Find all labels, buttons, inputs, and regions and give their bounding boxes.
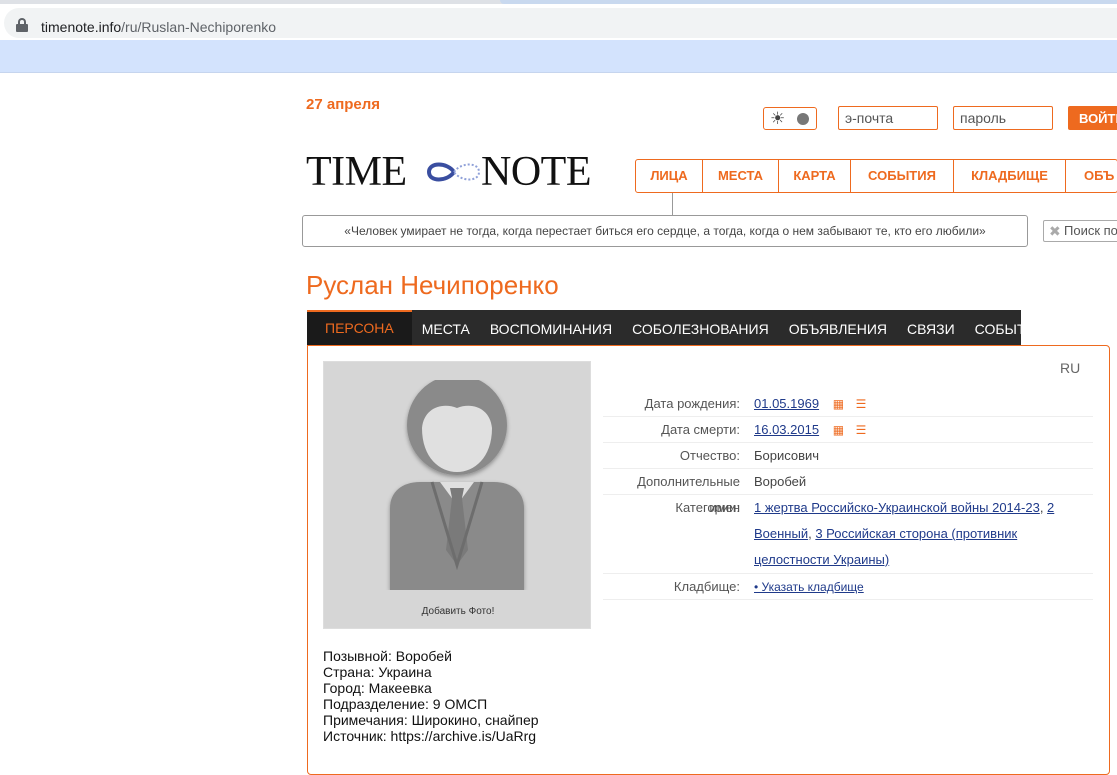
person-list-icon[interactable]: ☰ <box>856 391 867 417</box>
person-list-icon[interactable]: ☰ <box>856 417 867 443</box>
bookmarks-bar <box>0 40 1117 73</box>
extra-names-value: Воробей <box>754 474 807 489</box>
nav-item-cemetery[interactable]: КЛАДБИЩЕ <box>954 160 1066 192</box>
address-bar[interactable]: timenote.info/ru/Ruslan-Nechiporenko <box>4 8 1117 38</box>
current-date: 27 апреля <box>306 96 381 113</box>
bio-line: Позывной: Воробей <box>323 648 452 664</box>
patronymic-label: Отчество: <box>679 448 740 463</box>
tab-links[interactable]: СВЯЗИ <box>897 310 965 345</box>
add-photo-link[interactable]: Добавить Фото! <box>324 606 590 617</box>
category-link[interactable]: 1 жертва Российско-Украинской войны 2014… <box>754 500 1040 515</box>
birth-date-link[interactable]: 01.05.1969 <box>754 396 819 411</box>
nav-item-announcements[interactable]: ОБЪ <box>1066 160 1117 192</box>
nav-item-map[interactable]: КАРТА <box>779 160 851 192</box>
theme-toggle[interactable]: ☀ <box>763 107 817 130</box>
calendar-icon[interactable]: ▦ <box>833 391 844 417</box>
cemetery-label: Кладбище: <box>673 579 740 594</box>
browser-toolbar: timenote.info/ru/Ruslan-Nechiporenko <box>0 4 1117 40</box>
sun-icon: ☀ <box>770 109 786 128</box>
nav-item-faces[interactable]: ЛИЦА <box>636 160 703 192</box>
info-row-categories: Категории: 1 жертва Российско-Украинской… <box>603 495 1093 574</box>
search-input[interactable]: ✖ Поиск по <box>1043 220 1117 242</box>
profile-photo-placeholder[interactable]: Добавить Фото! <box>323 361 591 629</box>
tab-events[interactable]: СОБЫТИЯ <box>965 310 1056 345</box>
main-nav: ЛИЦА МЕСТА КАРТА СОБЫТИЯ КЛАДБИЩЕ ОБЪ <box>635 159 1117 193</box>
tab-places[interactable]: МЕСТА <box>412 310 480 345</box>
bio-line: Источник: https://archive.is/UaRrg <box>323 728 537 744</box>
site-logo[interactable]: TIME NOTE <box>306 150 616 194</box>
quote-banner: «Человек умирает не тогда, когда переста… <box>302 215 1028 247</box>
info-row-extra-names: Дополнительные имен Воробей <box>603 469 1093 515</box>
login-button[interactable]: ВОЙТИ <box>1068 106 1117 130</box>
info-row-patronymic: Отчество: Борисович <box>603 443 1093 469</box>
nav-item-events[interactable]: СОБЫТИЯ <box>851 160 954 192</box>
moon-icon <box>797 113 809 125</box>
extra-names-label: Дополнительные имен <box>637 474 740 515</box>
bio-line: Примечания: Широкино, снайпер <box>323 712 539 728</box>
bio-line: Подразделение: 9 ОМСП <box>323 696 488 712</box>
person-card: Добавить Фото! RU Дата рождения: 01.05.1… <box>307 345 1110 775</box>
bio-line: Город: Макеевка <box>323 680 432 696</box>
person-info: Дата рождения: 01.05.1969 ▦ ☰ Дата смерт… <box>603 391 1093 600</box>
bio-notes: Позывной: Воробей Страна: Украина Город:… <box>323 648 539 744</box>
specify-cemetery-link[interactable]: • Указать кладбище <box>754 580 864 594</box>
mourning-ribbon-icon <box>323 361 354 392</box>
language-indicator[interactable]: RU <box>1060 360 1080 376</box>
bio-line: Страна: Украина <box>323 664 432 680</box>
close-icon[interactable]: ✖ <box>1049 221 1061 241</box>
tab-person[interactable]: ПЕРСОНА <box>307 310 412 345</box>
info-row-death: Дата смерти: 16.03.2015 ▦ ☰ <box>603 417 1093 443</box>
info-row-cemetery: Кладбище: • Указать кладбище <box>603 574 1093 600</box>
email-input[interactable] <box>838 106 938 130</box>
person-tabs: ПЕРСОНА МЕСТА ВОСПОМИНАНИЯ СОБОЛЕЗНОВАНИ… <box>307 310 1046 345</box>
password-input[interactable] <box>953 106 1053 130</box>
info-row-birth: Дата рождения: 01.05.1969 ▦ ☰ <box>603 391 1093 417</box>
death-label: Дата смерти: <box>661 422 740 437</box>
tab-condolences[interactable]: СОБОЛЕЗНОВАНИЯ <box>622 310 779 345</box>
avatar-icon <box>390 380 524 590</box>
calendar-icon[interactable]: ▦ <box>833 417 844 443</box>
lock-icon[interactable] <box>16 18 28 32</box>
patronymic-value: Борисович <box>754 448 820 463</box>
tab-memories[interactable]: ВОСПОМИНАНИЯ <box>480 310 622 345</box>
url-text[interactable]: timenote.info/ru/Ruslan-Nechiporenko <box>41 19 276 35</box>
categories-label: Категории: <box>675 500 740 515</box>
tab-announcements[interactable]: ОБЪЯВЛЕНИЯ <box>779 310 897 345</box>
nav-item-places[interactable]: МЕСТА <box>703 160 779 192</box>
infinity-logo-icon <box>426 162 481 182</box>
birth-label: Дата рождения: <box>644 396 740 411</box>
page-title: Руслан Нечипоренко <box>306 270 559 300</box>
death-date-link[interactable]: 16.03.2015 <box>754 422 819 437</box>
nav-connector <box>672 193 673 215</box>
